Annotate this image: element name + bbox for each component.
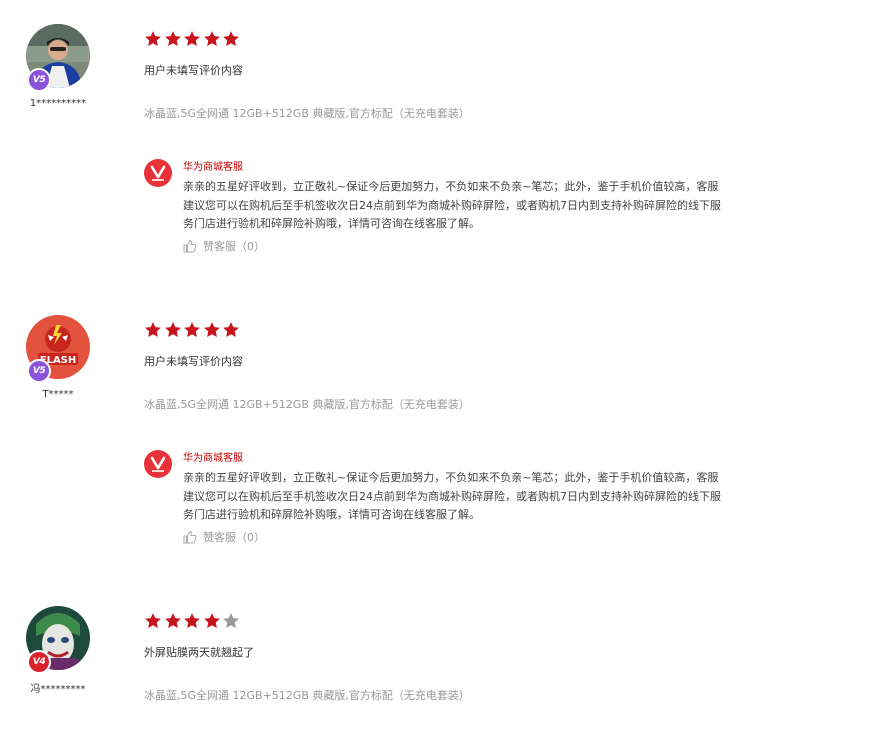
star-filled-icon xyxy=(183,30,201,48)
star-filled-icon xyxy=(203,30,221,48)
star-filled-icon xyxy=(203,321,221,339)
review-content: 用户未填写评价内容 xyxy=(144,64,243,77)
star-filled-icon xyxy=(222,321,240,339)
thumbs-up-icon xyxy=(183,239,197,253)
user-avatar[interactable]: FLASH V5 xyxy=(26,315,90,383)
review-content: 用户未填写评价内容 xyxy=(144,355,243,368)
star-filled-icon xyxy=(203,612,221,630)
star-rating xyxy=(144,612,242,630)
product-spec: 冰晶蓝,5G全网通 12GB+512GB 典藏版,官方标配（无充电套装） xyxy=(144,107,470,120)
star-rating xyxy=(144,30,242,48)
star-filled-icon xyxy=(183,612,201,630)
vip-badge: V5 xyxy=(27,359,51,383)
username: T***** xyxy=(42,389,74,400)
username: 1********** xyxy=(29,98,87,109)
user-avatar[interactable]: V5 xyxy=(26,24,90,92)
reply-text: 亲亲的五星好评收到，立正敬礼~保证今后更加努力，不负如来不负亲~笔芯；此外，鉴于… xyxy=(183,180,721,230)
star-filled-icon xyxy=(164,30,182,48)
reply-author: 华为商城客服 xyxy=(183,162,243,173)
star-filled-icon xyxy=(164,612,182,630)
vip-badge: V5 xyxy=(27,68,51,92)
vip-badge: V4 xyxy=(27,650,51,674)
review-content: 外屏贴膜两天就翘起了 xyxy=(144,646,254,659)
product-spec: 冰晶蓝,5G全网通 12GB+512GB 典藏版,官方标配（无充电套装） xyxy=(144,398,470,411)
reply-author: 华为商城客服 xyxy=(183,453,243,464)
like-service-button[interactable]: 赞客服（0） xyxy=(183,529,265,545)
vmall-logo-icon xyxy=(144,450,172,478)
username: 冯********* xyxy=(30,684,86,695)
vmall-logo-icon xyxy=(144,159,172,187)
star-filled-icon xyxy=(222,30,240,48)
like-label: 赞客服（0） xyxy=(203,531,265,544)
product-spec: 冰晶蓝,5G全网通 12GB+512GB 典藏版,官方标配（无充电套装） xyxy=(144,689,470,702)
like-label: 赞客服（0） xyxy=(203,240,265,253)
star-filled-icon xyxy=(144,321,162,339)
star-filled-icon xyxy=(144,30,162,48)
star-filled-icon xyxy=(144,612,162,630)
star-empty-icon xyxy=(222,612,240,630)
user-avatar[interactable]: V4 xyxy=(26,606,90,674)
star-filled-icon xyxy=(183,321,201,339)
star-filled-icon xyxy=(164,321,182,339)
star-rating xyxy=(144,321,242,339)
like-service-button[interactable]: 赞客服（0） xyxy=(183,238,265,254)
thumbs-up-icon xyxy=(183,530,197,544)
reply-text: 亲亲的五星好评收到，立正敬礼~保证今后更加努力，不负如来不负亲~笔芯；此外，鉴于… xyxy=(183,471,721,521)
